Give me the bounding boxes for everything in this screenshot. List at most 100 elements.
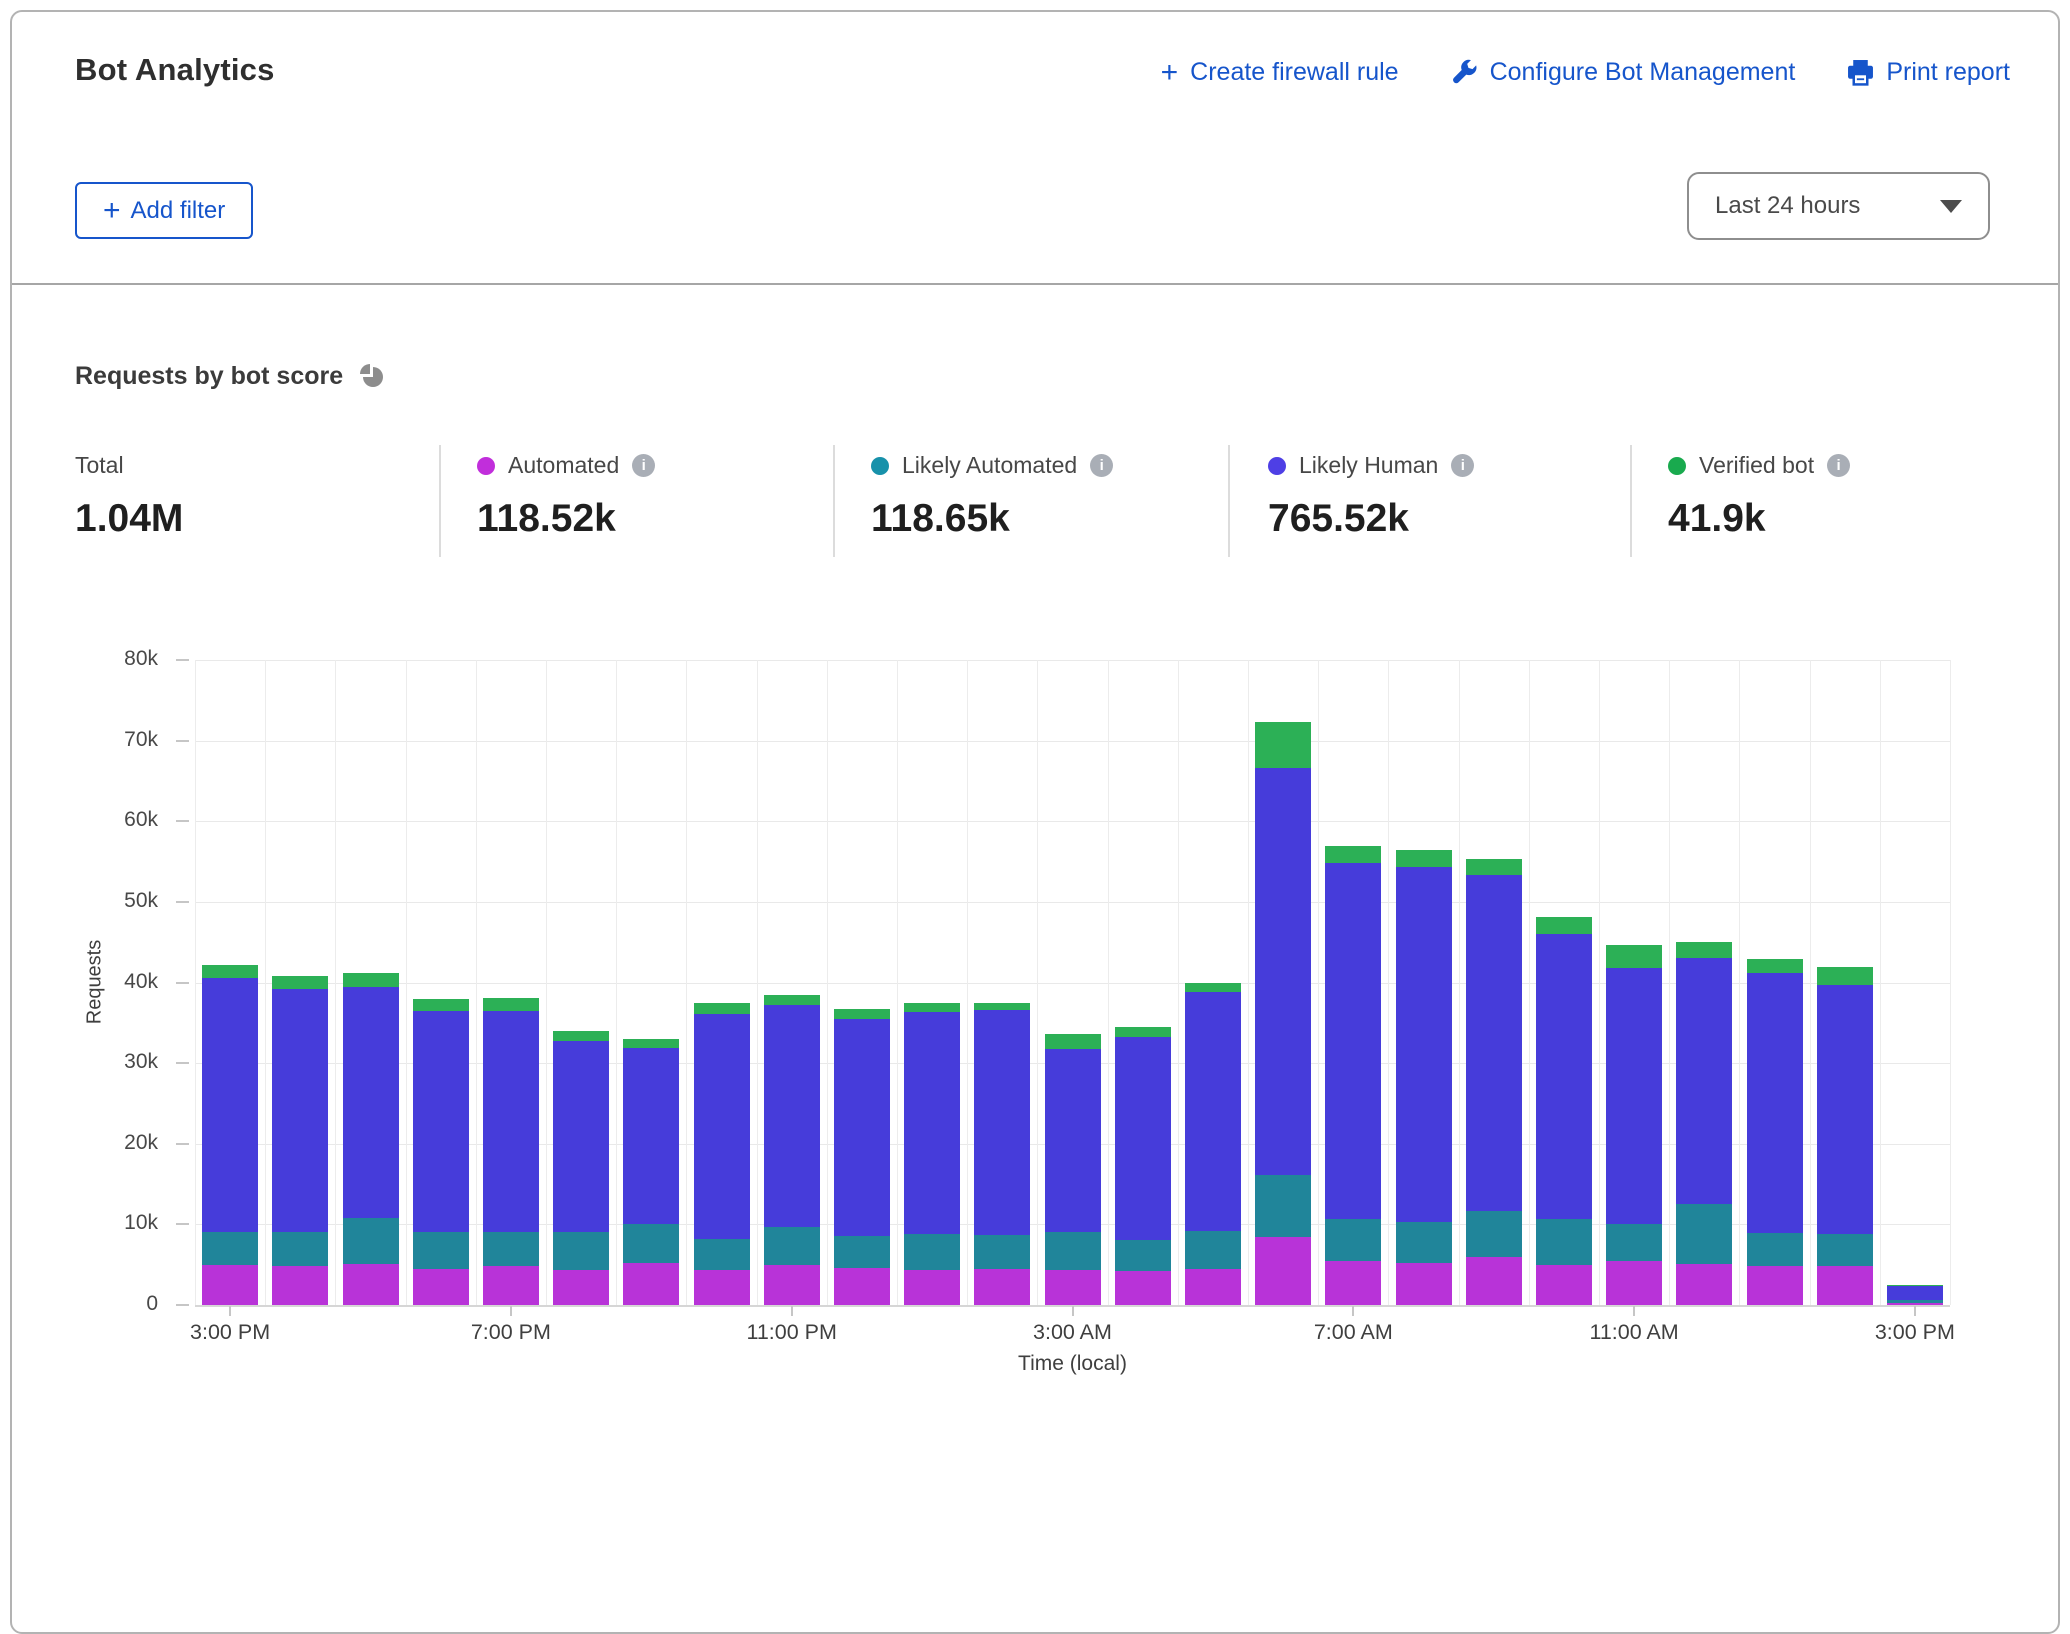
bar[interactable]	[1185, 660, 1241, 1305]
bar-segment-likely-automated[interactable]	[834, 1236, 890, 1268]
bar-segment-verified-bot[interactable]	[1325, 846, 1381, 863]
bar-segment-likely-automated[interactable]	[623, 1224, 679, 1264]
bar-segment-likely-automated[interactable]	[764, 1227, 820, 1265]
bar-segment-automated[interactable]	[413, 1269, 469, 1305]
bar[interactable]	[904, 660, 960, 1305]
bar-segment-likely-human[interactable]	[553, 1041, 609, 1231]
bar-segment-verified-bot[interactable]	[694, 1003, 750, 1013]
bar-segment-verified-bot[interactable]	[1887, 1285, 1943, 1286]
bar-segment-automated[interactable]	[202, 1265, 258, 1305]
bar-segment-likely-human[interactable]	[343, 987, 399, 1218]
bar-segment-automated[interactable]	[834, 1268, 890, 1305]
bar-segment-automated[interactable]	[764, 1265, 820, 1305]
bar[interactable]	[272, 660, 328, 1305]
info-icon[interactable]: i	[632, 454, 655, 477]
bar-segment-likely-human[interactable]	[1606, 968, 1662, 1224]
bar-segment-automated[interactable]	[1045, 1270, 1101, 1305]
bar-segment-likely-automated[interactable]	[1887, 1300, 1943, 1302]
bar-segment-automated[interactable]	[623, 1263, 679, 1305]
bar-segment-verified-bot[interactable]	[1536, 917, 1592, 934]
bar-segment-likely-human[interactable]	[1325, 863, 1381, 1219]
bar[interactable]	[694, 660, 750, 1305]
bar[interactable]	[1325, 660, 1381, 1305]
bar-segment-likely-automated[interactable]	[1676, 1204, 1732, 1264]
bar-segment-automated[interactable]	[974, 1269, 1030, 1305]
bar-segment-likely-automated[interactable]	[272, 1232, 328, 1267]
bar[interactable]	[834, 660, 890, 1305]
bar-segment-verified-bot[interactable]	[483, 998, 539, 1011]
bar-segment-verified-bot[interactable]	[272, 976, 328, 989]
bar-segment-likely-human[interactable]	[272, 989, 328, 1232]
bar-segment-automated[interactable]	[1817, 1266, 1873, 1306]
bar[interactable]	[413, 660, 469, 1305]
bar-segment-likely-automated[interactable]	[1325, 1219, 1381, 1262]
bar[interactable]	[1115, 660, 1171, 1305]
bar-segment-verified-bot[interactable]	[764, 995, 820, 1005]
bar-segment-verified-bot[interactable]	[1396, 850, 1452, 867]
bar-segment-likely-automated[interactable]	[694, 1239, 750, 1270]
info-icon[interactable]: i	[1451, 454, 1474, 477]
bar-segment-likely-automated[interactable]	[553, 1232, 609, 1271]
bar-segment-verified-bot[interactable]	[1115, 1027, 1171, 1037]
bar-segment-automated[interactable]	[1536, 1265, 1592, 1305]
bar[interactable]	[1817, 660, 1873, 1305]
bar[interactable]	[1606, 660, 1662, 1305]
bar-segment-likely-automated[interactable]	[974, 1235, 1030, 1269]
bar-segment-likely-automated[interactable]	[483, 1232, 539, 1267]
bar-segment-likely-automated[interactable]	[1466, 1211, 1522, 1257]
bar-segment-verified-bot[interactable]	[1185, 983, 1241, 993]
bar-segment-likely-human[interactable]	[1396, 867, 1452, 1222]
bar-segment-automated[interactable]	[1325, 1261, 1381, 1305]
bar[interactable]	[623, 660, 679, 1305]
bar-segment-verified-bot[interactable]	[1466, 859, 1522, 875]
bar-segment-verified-bot[interactable]	[974, 1003, 1030, 1010]
bar-segment-likely-human[interactable]	[623, 1048, 679, 1224]
bar-segment-likely-automated[interactable]	[1536, 1219, 1592, 1265]
bar-segment-likely-human[interactable]	[1466, 875, 1522, 1211]
bar-segment-verified-bot[interactable]	[1747, 959, 1803, 973]
bar-segment-automated[interactable]	[1396, 1263, 1452, 1305]
bar-segment-verified-bot[interactable]	[1817, 967, 1873, 985]
bar-segment-likely-automated[interactable]	[1396, 1222, 1452, 1263]
bar-segment-likely-human[interactable]	[1747, 973, 1803, 1233]
bar[interactable]	[764, 660, 820, 1305]
bar-segment-likely-automated[interactable]	[1747, 1233, 1803, 1265]
bar[interactable]	[553, 660, 609, 1305]
info-icon[interactable]: i	[1827, 454, 1850, 477]
bar-segment-automated[interactable]	[1185, 1269, 1241, 1305]
bar[interactable]	[1747, 660, 1803, 1305]
bar-segment-likely-automated[interactable]	[413, 1232, 469, 1269]
bar-segment-verified-bot[interactable]	[343, 973, 399, 988]
bar-segment-verified-bot[interactable]	[1676, 942, 1732, 957]
bar-segment-likely-human[interactable]	[834, 1019, 890, 1236]
bar[interactable]	[1676, 660, 1732, 1305]
bar[interactable]	[1396, 660, 1452, 1305]
bar-segment-automated[interactable]	[553, 1270, 609, 1305]
bar-segment-automated[interactable]	[1466, 1257, 1522, 1305]
bar-segment-verified-bot[interactable]	[623, 1039, 679, 1048]
bar-segment-verified-bot[interactable]	[413, 999, 469, 1010]
bar-segment-likely-human[interactable]	[694, 1014, 750, 1239]
bar[interactable]	[202, 660, 258, 1305]
bar-segment-likely-human[interactable]	[1817, 985, 1873, 1234]
bar[interactable]	[974, 660, 1030, 1305]
bar-segment-verified-bot[interactable]	[904, 1003, 960, 1013]
bar-segment-automated[interactable]	[694, 1270, 750, 1305]
bar-segment-likely-human[interactable]	[1185, 992, 1241, 1231]
bar-segment-automated[interactable]	[343, 1264, 399, 1305]
bar-segment-likely-automated[interactable]	[343, 1218, 399, 1264]
bar[interactable]	[1536, 660, 1592, 1305]
bar-segment-automated[interactable]	[904, 1270, 960, 1305]
bar-segment-automated[interactable]	[1606, 1261, 1662, 1305]
bar-segment-likely-human[interactable]	[483, 1011, 539, 1232]
bar-segment-likely-automated[interactable]	[202, 1232, 258, 1264]
print-report-link[interactable]: Print report	[1847, 58, 2010, 87]
bar-segment-likely-automated[interactable]	[1255, 1175, 1311, 1237]
bar-segment-automated[interactable]	[272, 1266, 328, 1305]
bar[interactable]	[1045, 660, 1101, 1305]
bar-segment-automated[interactable]	[1676, 1264, 1732, 1305]
bar-segment-automated[interactable]	[1255, 1237, 1311, 1305]
bar[interactable]	[483, 660, 539, 1305]
bar-segment-verified-bot[interactable]	[834, 1009, 890, 1019]
bar-segment-likely-automated[interactable]	[1045, 1232, 1101, 1271]
